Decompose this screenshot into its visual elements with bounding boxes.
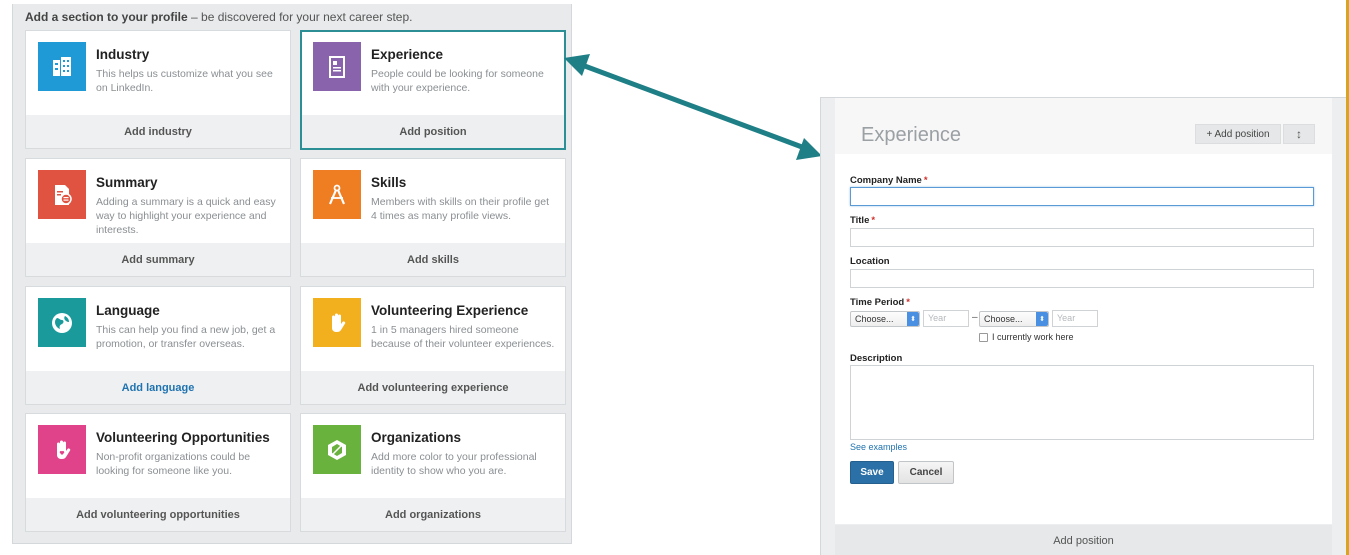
form-title: Experience: [861, 124, 962, 146]
card-title: Experience: [371, 47, 444, 62]
end-month-select[interactable]: Choose... ⬍: [979, 311, 1049, 327]
add-position-button[interactable]: Add position: [302, 115, 564, 148]
add-summary-button[interactable]: Add summary: [26, 243, 290, 276]
select-caret-icon: ⬍: [1036, 312, 1048, 326]
card-description: Members with skills on their profile get…: [371, 196, 549, 222]
title-label: Title *: [850, 215, 876, 226]
add-organizations-button[interactable]: Add organizations: [301, 498, 565, 531]
select-caret-icon: ⬍: [907, 312, 919, 326]
compass-icon: [313, 170, 361, 219]
current-work-label: I currently work here: [992, 332, 1074, 342]
time-period-label: Time Period *: [850, 297, 910, 308]
card-language[interactable]: Language This can help you find a new jo…: [25, 286, 291, 405]
panel-header-bold: Add a section to your profile: [25, 10, 188, 24]
card-description: 1 in 5 managers hired someone because of…: [371, 324, 555, 350]
globe-icon: [38, 298, 86, 347]
card-description: Add more color to your professional iden…: [371, 451, 537, 477]
add-volunteering-opportunities-button[interactable]: Add volunteering opportunities: [26, 498, 290, 531]
end-year-field[interactable]: Year: [1052, 310, 1098, 327]
card-title: Summary: [96, 175, 158, 190]
card-description: Non-profit organizations could be lookin…: [96, 451, 251, 477]
company-name-label: Company Name *: [850, 175, 928, 186]
card-title: Language: [96, 303, 160, 318]
panel-header: Add a section to your profile – be disco…: [25, 10, 412, 24]
description-label: Description: [850, 353, 903, 364]
add-position-footer-button[interactable]: Add position: [835, 525, 1332, 555]
add-position-button[interactable]: + Add position: [1195, 124, 1281, 144]
title-field[interactable]: [850, 228, 1314, 247]
card-experience[interactable]: Experience People could be looking for s…: [300, 30, 566, 150]
company-name-field[interactable]: [850, 187, 1314, 206]
save-button[interactable]: Save: [850, 461, 894, 484]
panel-header-rest: – be discovered for your next career ste…: [187, 10, 413, 24]
add-language-link[interactable]: Add language: [26, 371, 290, 404]
card-volunteering-opportunities[interactable]: Volunteering Opportunities Non-profit or…: [25, 413, 291, 532]
add-section-panel: Add a section to your profile – be disco…: [12, 4, 572, 544]
experience-form-panel: Experience + Add position ↕ Company Name…: [820, 97, 1347, 555]
card-description: People could be looking for someone with…: [371, 68, 544, 94]
cancel-button[interactable]: Cancel: [898, 461, 954, 484]
card-title: Volunteering Experience: [371, 303, 529, 318]
experience-form: Company Name * Title * Location Time Perio…: [835, 154, 1332, 524]
range-dash: –: [972, 312, 978, 323]
screenshot-canvas: Add a section to your profile – be disco…: [0, 0, 1349, 555]
summary-doc-icon: [38, 170, 86, 219]
current-work-checkbox[interactable]: [979, 333, 988, 342]
location-field[interactable]: [850, 269, 1314, 288]
card-summary[interactable]: Summary Adding a summary is a quick and …: [25, 158, 291, 277]
document-icon: [313, 42, 361, 91]
card-title: Industry: [96, 47, 150, 62]
card-title: Organizations: [371, 430, 462, 445]
card-industry[interactable]: Industry This helps us customize what yo…: [25, 30, 291, 149]
card-title: Volunteering Opportunities: [96, 430, 270, 445]
raised-hand-icon: [313, 298, 361, 347]
card-title: Skills: [371, 175, 407, 190]
card-description: Adding a summary is a quick and easy way…: [96, 196, 276, 236]
heart-hand-icon: [38, 425, 86, 474]
reorder-icon[interactable]: ↕: [1283, 124, 1315, 144]
form-header: Experience + Add position ↕: [835, 98, 1332, 154]
card-description: This can help you find a new job, get a …: [96, 324, 276, 350]
add-skills-button[interactable]: Add skills: [301, 243, 565, 276]
card-organizations[interactable]: Organizations Add more color to your pro…: [300, 413, 566, 532]
add-industry-button[interactable]: Add industry: [26, 115, 290, 148]
card-volunteering-experience[interactable]: Volunteering Experience 1 in 5 managers …: [300, 286, 566, 405]
card-skills[interactable]: Skills Members with skills on their prof…: [300, 158, 566, 277]
start-year-field[interactable]: Year: [923, 310, 969, 327]
see-examples-link[interactable]: See examples: [850, 442, 907, 452]
badge-icon: [313, 425, 361, 474]
add-volunteering-experience-button[interactable]: Add volunteering experience: [301, 371, 565, 404]
start-month-select[interactable]: Choose... ⬍: [850, 311, 920, 327]
location-label: Location: [850, 256, 890, 267]
double-arrow-icon: [564, 54, 822, 160]
card-description: This helps us customize what you see on …: [96, 68, 273, 94]
building-icon: [38, 42, 86, 91]
description-textarea[interactable]: [850, 365, 1314, 440]
